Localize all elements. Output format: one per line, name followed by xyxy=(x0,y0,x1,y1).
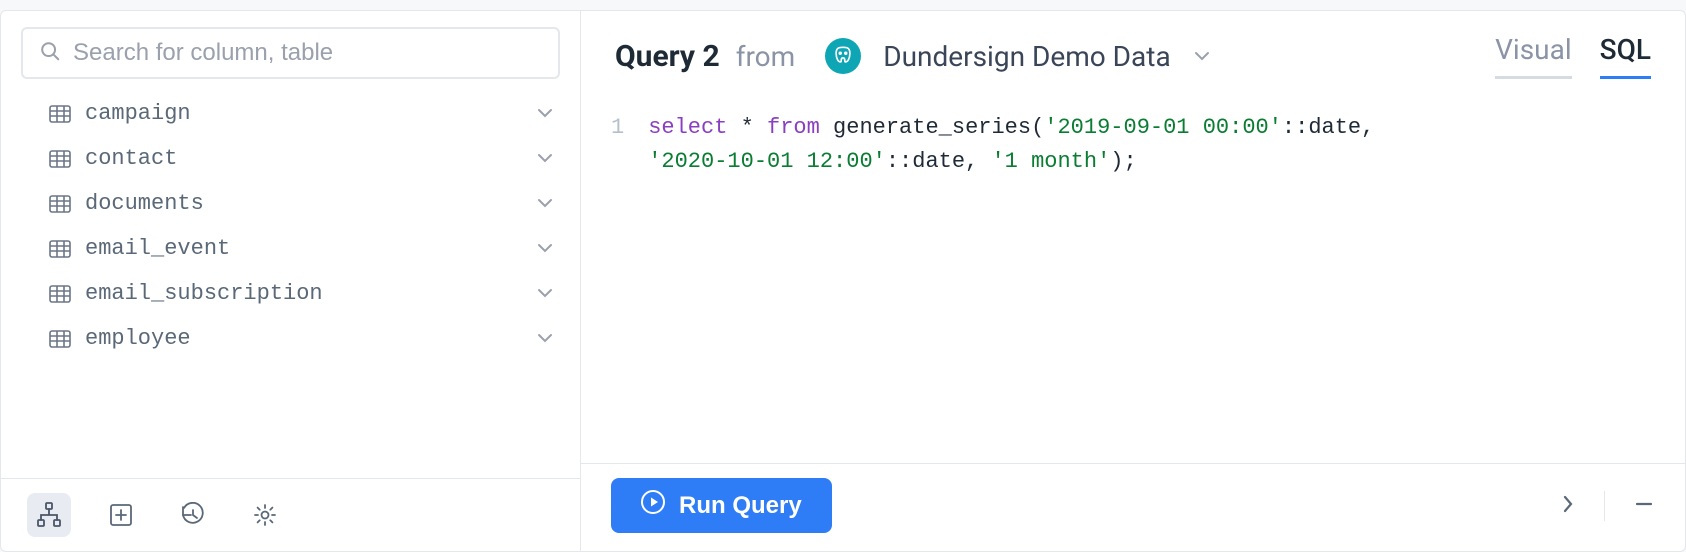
table-icon xyxy=(49,150,71,168)
table-item-campaign[interactable]: campaign xyxy=(43,91,560,136)
gear-icon[interactable] xyxy=(243,493,287,537)
search-icon xyxy=(39,40,61,66)
table-icon xyxy=(49,105,71,123)
table-icon xyxy=(49,330,71,348)
table-name: contact xyxy=(85,146,536,171)
chevron-down-icon xyxy=(536,194,554,213)
chevron-down-icon xyxy=(536,104,554,123)
snippets-icon[interactable] xyxy=(99,493,143,537)
search-input[interactable] xyxy=(73,39,542,67)
main-header: Query 2 from Dundersign Demo Data Visual… xyxy=(581,11,1685,89)
table-item-contact[interactable]: contact xyxy=(43,136,560,181)
table-item-employee[interactable]: employee xyxy=(43,316,560,361)
from-label: from xyxy=(736,40,795,73)
table-icon xyxy=(49,240,71,258)
table-name: email_event xyxy=(85,236,536,261)
chevron-down-icon xyxy=(536,149,554,168)
sql-editor[interactable]: 1 select * from generate_series('2019-09… xyxy=(581,89,1685,463)
app-container: campaign contact documents xyxy=(0,10,1686,552)
datasource-name[interactable]: Dundersign Demo Data xyxy=(883,40,1170,73)
sidebar-footer xyxy=(1,478,580,551)
run-query-button[interactable]: Run Query xyxy=(611,478,832,533)
search-box[interactable] xyxy=(21,27,560,79)
footer-right xyxy=(1560,491,1655,521)
table-item-email-event[interactable]: email_event xyxy=(43,226,560,271)
sidebar: campaign contact documents xyxy=(1,11,581,551)
chevron-down-icon[interactable] xyxy=(1193,47,1211,66)
play-icon xyxy=(641,490,665,521)
chevron-down-icon xyxy=(536,329,554,348)
query-title[interactable]: Query 2 xyxy=(615,39,720,74)
table-name: documents xyxy=(85,191,536,216)
main-footer: Run Query xyxy=(581,463,1685,551)
expand-icon[interactable] xyxy=(1560,493,1576,519)
divider xyxy=(1604,491,1605,521)
tab-visual[interactable]: Visual xyxy=(1495,33,1572,79)
table-name: campaign xyxy=(85,101,536,126)
table-item-documents[interactable]: documents xyxy=(43,181,560,226)
postgres-icon xyxy=(825,38,861,74)
table-icon xyxy=(49,195,71,213)
table-icon xyxy=(49,285,71,303)
view-tabs: Visual SQL xyxy=(1495,33,1651,79)
run-query-label: Run Query xyxy=(679,492,802,520)
table-name: employee xyxy=(85,326,536,351)
minimize-icon[interactable] xyxy=(1633,493,1655,519)
search-wrap xyxy=(1,11,580,91)
chevron-down-icon xyxy=(536,239,554,258)
schema-tree-icon[interactable] xyxy=(27,493,71,537)
line-number: 1 xyxy=(611,111,624,145)
table-item-email-subscription[interactable]: email_subscription xyxy=(43,271,560,316)
table-name: email_subscription xyxy=(85,281,536,306)
table-list: campaign contact documents xyxy=(1,91,580,478)
code-content[interactable]: select * from generate_series('2019-09-0… xyxy=(648,111,1387,463)
tab-sql[interactable]: SQL xyxy=(1600,33,1651,79)
chevron-down-icon xyxy=(536,284,554,303)
main-panel: Query 2 from Dundersign Demo Data Visual… xyxy=(581,11,1685,551)
line-gutter: 1 xyxy=(611,111,648,463)
history-icon[interactable] xyxy=(171,493,215,537)
